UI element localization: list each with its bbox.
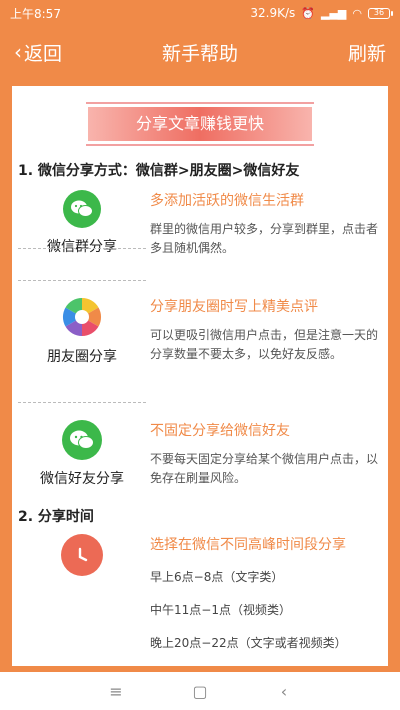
chevron-left-icon: ‹: [14, 40, 22, 64]
share-method-title: 多添加活跃的微信生活群: [150, 193, 304, 209]
share-method-desc: 不要每天固定分享给某个微信用户点击，以免存在刷量风险。: [150, 452, 379, 485]
status-indicators: 32.9K/s ⏰ ▂▄▆ ◠ 36: [250, 6, 393, 20]
share-method-detail: 多添加活跃的微信生活群 群里的微信用户较多，分享到群里，点击者多且随机偶然。: [150, 190, 380, 258]
share-time-detail: 选择在微信不同高峰时间段分享 早上6点−8点（文字类） 中午11点−1点（视频类…: [150, 534, 380, 651]
time-slot-noon: 中午11点−1点（视频类）: [150, 603, 291, 617]
alarm-icon: ⏰: [301, 6, 315, 20]
wechat-icon: [62, 420, 102, 460]
share-method-title: 分享朋友圈时写上精美点评: [150, 299, 318, 315]
banner: 分享文章赚钱更快: [86, 102, 314, 146]
share-time-left: [18, 534, 146, 576]
home-icon[interactable]: ▢: [158, 682, 242, 701]
share-method-title: 不固定分享给微信好友: [150, 423, 290, 439]
wechat-group-icon: [63, 190, 101, 228]
share-method-left: 微信群分享: [18, 190, 146, 256]
network-speed: 32.9K/s: [250, 6, 296, 20]
help-content-card: 分享文章赚钱更快 1. 微信分享方式：微信群>朋友圈>微信好友 微信群分享 多添…: [12, 86, 388, 666]
divider: [18, 248, 146, 249]
wifi-icon: ◠: [352, 6, 362, 20]
share-method-label: 微信好友分享: [40, 471, 124, 487]
system-nav-bar: ≡ ▢ ‹: [0, 672, 400, 710]
section-heading-share-methods: 1. 微信分享方式：微信群>朋友圈>微信好友: [18, 163, 300, 179]
share-method-detail: 不固定分享给微信好友 不要每天固定分享给某个微信用户点击，以免存在刷量风险。: [150, 420, 380, 488]
section-heading-share-time: 2. 分享时间: [18, 509, 94, 525]
moments-icon: [61, 296, 103, 338]
share-method-left: 微信好友分享: [18, 420, 146, 488]
top-nav-bar: ‹ 返回 新手帮助 刷新: [0, 26, 400, 78]
divider: [18, 280, 146, 281]
refresh-button[interactable]: 刷新: [348, 39, 386, 66]
status-time: 上午8:57: [10, 6, 61, 21]
battery-icon: 36: [368, 7, 393, 19]
back-label: 返回: [24, 42, 63, 65]
signal-icon: ▂▄▆: [321, 6, 347, 20]
share-method-desc: 群里的微信用户较多，分享到群里，点击者多且随机偶然。: [150, 222, 379, 255]
banner-text: 分享文章赚钱更快: [88, 107, 312, 141]
share-method-desc: 可以更吸引微信用户点击，但是注意一天的分享数量不要太多，以免好友反感。: [150, 328, 379, 361]
status-bar: 上午8:57 32.9K/s ⏰ ▂▄▆ ◠ 36: [0, 0, 400, 26]
time-slot-evening: 晚上20点−22点（文字或者视频类）: [150, 636, 347, 650]
share-method-left: 朋友圈分享: [18, 296, 146, 366]
share-method-label: 朋友圈分享: [47, 349, 117, 365]
back-button[interactable]: ‹ 返回: [14, 39, 62, 66]
share-method-detail: 分享朋友圈时写上精美点评 可以更吸引微信用户点击，但是注意一天的分享数量不要太多…: [150, 296, 380, 364]
clock-icon: [61, 534, 103, 576]
battery-level: 36: [373, 7, 385, 17]
time-slot-morning: 早上6点−8点（文字类）: [150, 570, 284, 584]
back-arrow-icon[interactable]: ‹: [242, 682, 326, 701]
menu-icon[interactable]: ≡: [74, 682, 158, 701]
share-time-title: 选择在微信不同高峰时间段分享: [150, 537, 346, 553]
share-method-label: 微信群分享: [47, 239, 117, 255]
divider: [18, 402, 146, 403]
